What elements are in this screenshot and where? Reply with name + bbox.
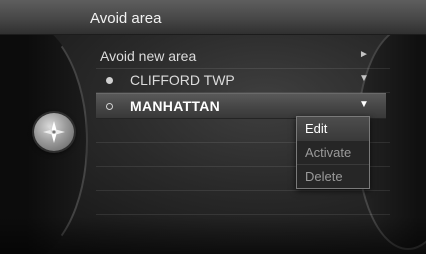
navigation-knob[interactable] bbox=[34, 113, 74, 151]
nav-screen: Avoid area Avoid new area ► CLIFFORD TWP bbox=[0, 0, 426, 254]
menu-item-edit[interactable]: Edit bbox=[297, 117, 369, 140]
list-item-clifford-twp[interactable]: CLIFFORD TWP ▼ bbox=[96, 68, 386, 92]
list-item-label: CLIFFORD TWP bbox=[130, 72, 235, 88]
menu-item-activate[interactable]: Activate bbox=[297, 140, 369, 164]
title-bar: Avoid area bbox=[0, 0, 426, 35]
chevron-down-icon: ▼ bbox=[359, 73, 369, 84]
menu-item-delete[interactable]: Delete bbox=[297, 164, 369, 188]
chevron-right-icon: ► bbox=[359, 49, 369, 60]
compass-rose-icon bbox=[43, 121, 65, 143]
list-item-label: MANHATTAN bbox=[130, 98, 221, 114]
inactive-bullet-icon bbox=[106, 103, 113, 110]
page-title: Avoid area bbox=[90, 10, 162, 27]
row-divider bbox=[96, 190, 390, 191]
list-item-label: Avoid new area bbox=[100, 48, 197, 64]
chevron-down-icon: ▼ bbox=[359, 99, 369, 110]
active-bullet-icon bbox=[106, 77, 113, 84]
context-menu: Edit Activate Delete bbox=[296, 116, 370, 189]
row-divider bbox=[96, 214, 390, 215]
list-item-avoid-new-area[interactable]: Avoid new area ► bbox=[96, 44, 386, 68]
